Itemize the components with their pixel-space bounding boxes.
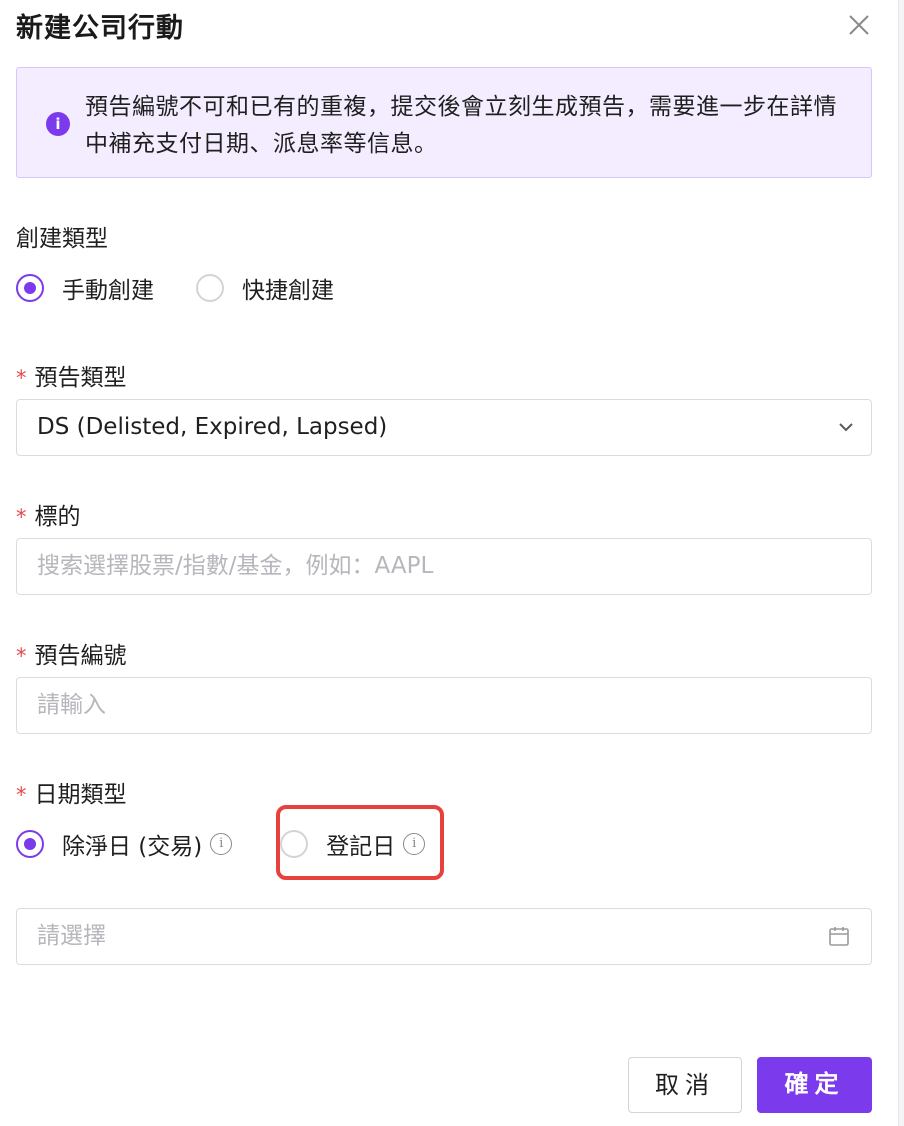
- radio-record-date[interactable]: 登記日 i: [280, 827, 426, 861]
- notice-type-value: DS (Delisted, Expired, Lapsed): [37, 414, 388, 440]
- notice-type-label: * 預告類型: [16, 358, 127, 392]
- notice-no-placeholder: 請輸入: [37, 692, 106, 718]
- notice-no-label: * 預告編號: [16, 636, 127, 670]
- date-type-radio-group: 除淨日 (交易) i 登記日 i: [16, 828, 467, 860]
- date-type-label-text: 日期類型: [34, 782, 127, 808]
- close-icon[interactable]: [846, 12, 872, 38]
- required-mark: *: [16, 644, 27, 668]
- radio-checked-icon: [16, 830, 44, 858]
- create-type-radio-group: 手動創建 快捷創建: [16, 272, 376, 304]
- create-corporate-action-dialog: 新建公司行動 i 預告編號不可和已有的重複，提交後會立刻生成預告，需要進一步在詳…: [0, 0, 904, 1126]
- notice-type-select[interactable]: DS (Delisted, Expired, Lapsed): [16, 399, 872, 456]
- radio-label: 快捷創建: [242, 278, 334, 304]
- target-label: * 標的: [16, 497, 81, 531]
- radio-label: 除淨日 (交易): [62, 834, 203, 860]
- target-placeholder: 搜索選擇股票/指數/基金，例如：AAPL: [37, 553, 434, 579]
- notice-type-label-text: 預告類型: [34, 365, 127, 391]
- radio-manual-create[interactable]: 手動創建: [16, 271, 154, 305]
- confirm-button[interactable]: 確定: [757, 1057, 872, 1113]
- info-icon[interactable]: i: [403, 833, 426, 855]
- required-mark: *: [16, 366, 27, 390]
- required-mark: *: [16, 783, 27, 807]
- radio-unchecked-icon: [280, 830, 309, 858]
- notice-banner: i 預告編號不可和已有的重複，提交後會立刻生成預告，需要進一步在詳情中補充支付日…: [16, 67, 872, 178]
- radio-unchecked-icon: [196, 274, 224, 302]
- target-label-text: 標的: [34, 504, 81, 530]
- required-mark: *: [16, 505, 27, 529]
- chevron-down-icon: [839, 423, 853, 432]
- date-picker-input[interactable]: 請選擇: [16, 908, 872, 965]
- create-type-label: 創建類型: [16, 226, 108, 252]
- notice-text: 預告編號不可和已有的重複，提交後會立刻生成預告，需要進一步在詳情中補充支付日期、…: [85, 94, 837, 157]
- radio-label: 手動創建: [62, 278, 154, 304]
- radio-label: 登記日: [326, 834, 396, 860]
- dialog-title: 新建公司行動: [16, 13, 184, 44]
- notice-no-label-text: 預告編號: [34, 643, 127, 669]
- radio-quick-create[interactable]: 快捷創建: [196, 271, 334, 305]
- cancel-button[interactable]: 取消: [628, 1057, 742, 1113]
- radio-ex-date[interactable]: 除淨日 (交易) i: [16, 827, 233, 861]
- calendar-icon: [829, 927, 849, 946]
- notice-no-input[interactable]: 請輸入: [16, 677, 872, 734]
- info-icon: i: [46, 112, 70, 136]
- date-type-label: * 日期類型: [16, 775, 127, 809]
- date-picker-placeholder: 請選擇: [37, 923, 106, 949]
- target-search-input[interactable]: 搜索選擇股票/指數/基金，例如：AAPL: [16, 538, 872, 595]
- radio-checked-icon: [16, 274, 44, 302]
- info-icon[interactable]: i: [210, 833, 233, 855]
- page-edge: [898, 0, 904, 1126]
